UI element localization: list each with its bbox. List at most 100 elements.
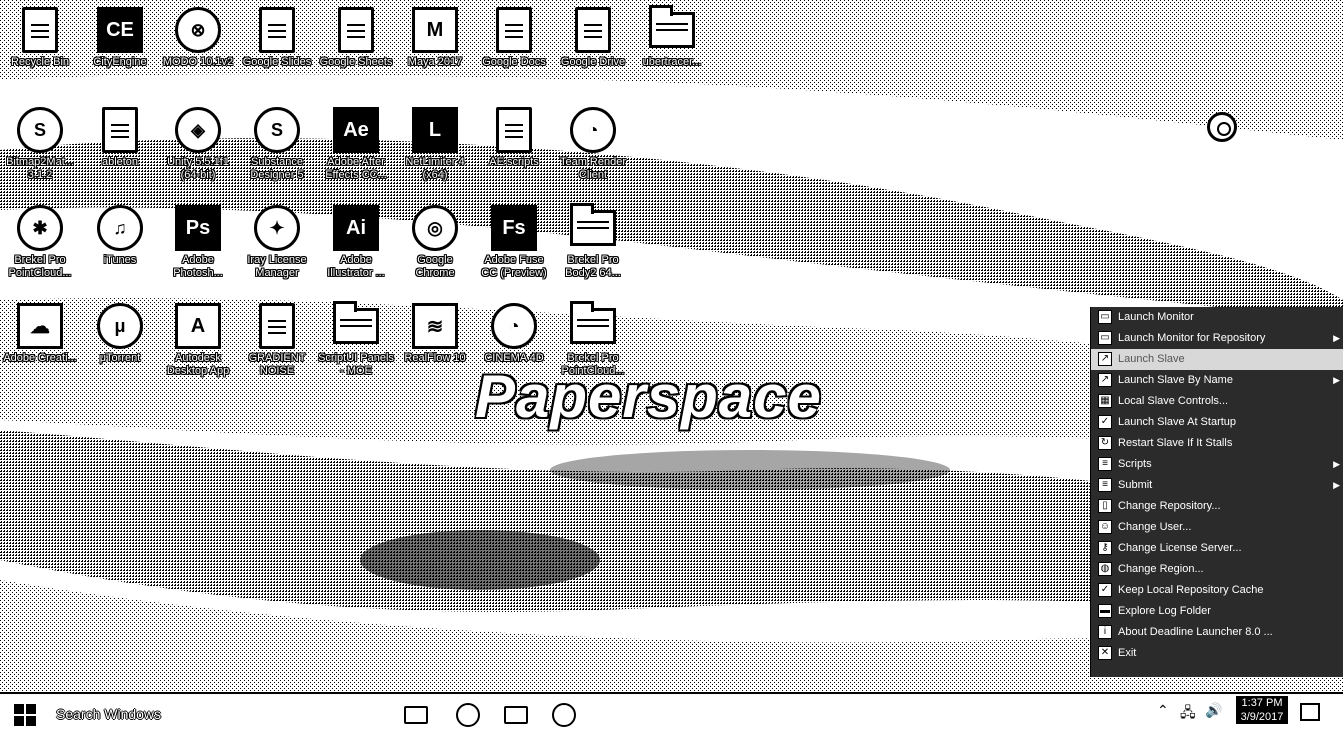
team-render-icon: ◔ bbox=[569, 106, 617, 154]
after-effects-icon: Ae bbox=[332, 106, 380, 154]
desktop-icon-gradient-noise[interactable]: GRADIENT NOISE bbox=[237, 296, 317, 378]
menu-item-label: Submit bbox=[1118, 479, 1153, 491]
submenu-arrow-icon: ▶ bbox=[1333, 375, 1340, 385]
desktop-icon-google-chrome[interactable]: ◎ Google Chrome bbox=[395, 198, 475, 280]
desktop-icon-ableton[interactable]: ableton bbox=[80, 100, 160, 169]
desktop-icon-google-docs[interactable]: Google Docs bbox=[474, 0, 554, 69]
desktop-icon-modo[interactable]: ⊗ MODO 10.1v2 bbox=[158, 0, 238, 69]
action-center-icon[interactable] bbox=[1300, 703, 1320, 721]
chrome-icon bbox=[456, 703, 480, 727]
desktop-icon-label: MODO 10.1v2 bbox=[162, 56, 234, 68]
menu-item-launch-slave-by-name[interactable]: ↗ Launch Slave By Name ▶ bbox=[1091, 370, 1343, 391]
desktop-icon-label: Autodesk Desktop App bbox=[166, 352, 230, 377]
menu-item-label: Change License Server... bbox=[1118, 542, 1242, 554]
desktop-icon-realflow[interactable]: ≋ RealFlow 10 bbox=[395, 296, 475, 365]
desktop-icon-brekel-body2[interactable]: Brekel Pro Body2 64... bbox=[553, 198, 633, 280]
desktop-icon-photoshop[interactable]: Ps Adobe Photosh... bbox=[158, 198, 238, 280]
desktop-icon-substance-designer[interactable]: S Substance Designer 5 bbox=[237, 100, 317, 182]
autodesk-icon: A bbox=[174, 302, 222, 350]
menu-item-change-license-server[interactable]: ⚷ Change License Server... bbox=[1091, 538, 1343, 559]
desktop-icon-team-render[interactable]: ◔ Team Render Client bbox=[553, 100, 633, 182]
deadline-launcher-menu: ▭ Launch Monitor ▭ Launch Monitor for Re… bbox=[1090, 307, 1343, 677]
desktop-icon-autodesk[interactable]: A Autodesk Desktop App bbox=[158, 296, 238, 378]
cinema4d-icon: ◔ bbox=[490, 302, 538, 350]
desktop-icon-label: Iray License Manager bbox=[247, 254, 307, 279]
desktop-icon-itunes[interactable]: ♫ iTunes bbox=[80, 198, 160, 267]
menu-item-label: Exit bbox=[1118, 647, 1137, 659]
user-icon: ☺ bbox=[1098, 520, 1112, 534]
info-icon: i bbox=[1098, 625, 1112, 639]
desktop-icon-google-drive[interactable]: Google Drive bbox=[553, 0, 633, 69]
desktop-icon-label: GRADIENT NOISE bbox=[248, 352, 306, 377]
volume-icon[interactable]: 🔊 bbox=[1205, 702, 1222, 719]
menu-item-change-user[interactable]: ☺ Change User... bbox=[1091, 517, 1343, 538]
desktop-icon-unity[interactable]: ◈ Unity 5.5.1f1 (64-bit) bbox=[158, 100, 238, 182]
desktop-icon-google-sheets[interactable]: Google Sheets bbox=[316, 0, 396, 69]
creative-cloud-icon: ☁ bbox=[16, 302, 64, 350]
menu-item-submit[interactable]: ≡ Submit ▶ bbox=[1091, 475, 1343, 496]
desktop-icon-adobe-fuse[interactable]: Fs Adobe Fuse CC (Preview) bbox=[474, 198, 554, 280]
menu-item-launch-monitor-repository[interactable]: ▭ Launch Monitor for Repository ▶ bbox=[1091, 328, 1343, 349]
menu-item-about-deadline[interactable]: i About Deadline Launcher 8.0 ... bbox=[1091, 622, 1343, 643]
menu-item-local-slave-controls[interactable]: ▦ Local Slave Controls... bbox=[1091, 391, 1343, 412]
menu-item-label: Restart Slave If It Stalls bbox=[1118, 437, 1233, 449]
desktop-icon-iray-license-manager[interactable]: ✦ Iray License Manager bbox=[237, 198, 317, 280]
menu-item-label: Change Region... bbox=[1118, 563, 1204, 575]
menu-item-change-repository[interactable]: ▯ Change Repository... bbox=[1091, 496, 1343, 517]
fuse-icon: Fs bbox=[490, 204, 538, 252]
bitmap2material-icon: S bbox=[16, 106, 64, 154]
desktop-icon-utorrent[interactable]: μ μTorrent bbox=[80, 296, 160, 365]
archive-icon bbox=[569, 301, 617, 350]
desktop-icon-label: Google Sheets bbox=[319, 56, 393, 68]
network-icon[interactable]: 🖧 bbox=[1180, 702, 1196, 726]
menu-item-change-region[interactable]: ◍ Change Region... bbox=[1091, 559, 1343, 580]
desktop-icon-creative-cloud[interactable]: ☁ Adobe Creati... bbox=[0, 296, 80, 365]
ae-scripts-file-icon bbox=[490, 106, 538, 154]
desktop-icon-brekel-pointcloud[interactable]: ✱ Brekel Pro PointCloud... bbox=[0, 198, 80, 280]
desktop-icon-google-slides[interactable]: Google Slides bbox=[237, 0, 317, 69]
menu-item-launch-slave[interactable]: ↗ Launch Slave bbox=[1091, 349, 1343, 370]
desktop-icon-after-effects[interactable]: Ae Adobe After Effects CC... bbox=[316, 100, 396, 182]
system-clock[interactable]: 1:37 PM 3/9/2017 bbox=[1236, 696, 1288, 724]
desktop-icon-scriptui-panels[interactable]: ScriptUI Panels - MOE bbox=[316, 296, 396, 378]
menu-item-launch-slave-at-startup[interactable]: ✓ Launch Slave At Startup bbox=[1091, 412, 1343, 433]
checkbox-icon: ✓ bbox=[1098, 415, 1112, 429]
show-hidden-icons-chevron-icon[interactable]: ⌃ bbox=[1157, 702, 1169, 719]
menu-item-exit[interactable]: ✕ Exit bbox=[1091, 643, 1343, 664]
slave-icon: ↗ bbox=[1098, 352, 1112, 366]
taskbar-file-explorer-button[interactable] bbox=[503, 702, 529, 728]
desktop-icon-label: ableton bbox=[101, 156, 139, 168]
menu-item-keep-local-repository-cache[interactable]: ✓ Keep Local Repository Cache bbox=[1091, 580, 1343, 601]
menu-item-explore-log-folder[interactable]: ▬ Explore Log Folder bbox=[1091, 601, 1343, 622]
desktop-icon-cinema4d[interactable]: ◔ CINEMA 4D bbox=[474, 296, 554, 365]
search-placeholder: Search Windows bbox=[56, 706, 162, 722]
menu-item-launch-monitor[interactable]: ▭ Launch Monitor bbox=[1091, 307, 1343, 328]
controls-icon: ▦ bbox=[1098, 394, 1112, 408]
taskbar-chrome-button[interactable] bbox=[455, 702, 481, 728]
taskbar-deadline-button[interactable] bbox=[551, 702, 577, 728]
desktop-icon-bitmap2material[interactable]: S Bitmap2Mat... 3.1.2 bbox=[0, 100, 80, 182]
desktop-icon-illustrator[interactable]: Ai Adobe Illustrator ... bbox=[316, 198, 396, 280]
desktop-icon-ubertracer[interactable]: ubertracer... bbox=[632, 0, 712, 69]
menu-item-label: Launch Slave By Name bbox=[1118, 374, 1233, 386]
desktop-icon-cityengine[interactable]: CE CityEngine bbox=[80, 0, 160, 69]
task-view-button[interactable] bbox=[403, 702, 429, 728]
desktop-icon-recycle-bin[interactable]: Recycle Bin bbox=[0, 0, 80, 69]
menu-item-scripts[interactable]: ≡ Scripts ▶ bbox=[1091, 454, 1343, 475]
desktop-icon-label: Adobe Fuse CC (Preview) bbox=[481, 254, 547, 279]
checkbox-icon: ✓ bbox=[1098, 583, 1112, 597]
desktop-icon-netlimiter[interactable]: L NetLimiter 4 (x64) bbox=[395, 100, 475, 182]
clock-time: 1:37 PM bbox=[1241, 697, 1283, 709]
archive-icon bbox=[648, 5, 696, 54]
menu-item-restart-slave-if-stalls[interactable]: ↻ Restart Slave If It Stalls bbox=[1091, 433, 1343, 454]
search-box[interactable]: Search Windows bbox=[44, 698, 384, 730]
key-icon: ⚷ bbox=[1098, 541, 1112, 555]
menu-item-label: Scripts bbox=[1118, 458, 1152, 470]
desktop-icon-label: CityEngine bbox=[93, 56, 147, 68]
start-button[interactable] bbox=[14, 704, 36, 726]
desktop-icon-label: AE scripts bbox=[489, 156, 539, 168]
desktop-icon-ae-scripts[interactable]: AE scripts bbox=[474, 100, 554, 169]
folder-icon: ▬ bbox=[1098, 604, 1112, 618]
desktop-icon-brekel-pointcloud-2[interactable]: Brekel Pro PointCloud... bbox=[553, 296, 633, 378]
desktop-icon-maya[interactable]: M Maya 2017 bbox=[395, 0, 475, 69]
